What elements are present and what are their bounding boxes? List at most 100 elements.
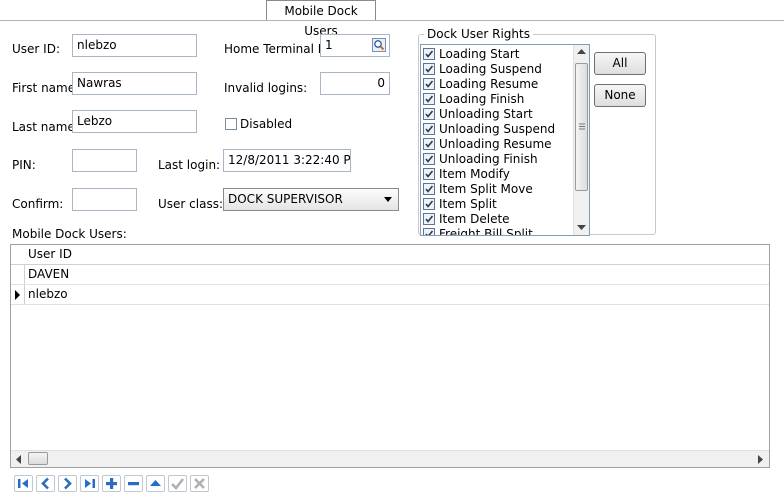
right-checkbox[interactable]	[423, 93, 435, 105]
user-id-input[interactable]: nlebzo	[72, 34, 197, 57]
right-label: Unloading Finish	[439, 152, 538, 166]
right-label: Unloading Suspend	[439, 122, 556, 136]
prev-record-icon	[41, 477, 49, 490]
table-cell: DAVEN	[28, 267, 70, 281]
user-id-label: User ID:	[12, 42, 60, 56]
scroll-up-icon[interactable]	[577, 49, 586, 55]
disabled-checkbox[interactable]	[225, 118, 237, 130]
column-header-user-id[interactable]: User ID	[28, 245, 72, 264]
right-checkbox[interactable]	[423, 138, 435, 150]
check-icon	[425, 65, 434, 73]
rights-scroll-thumb[interactable]	[575, 63, 588, 191]
right-label: Item Modify	[439, 167, 510, 181]
pin-input[interactable]	[72, 149, 137, 172]
first-name-label: First name:	[12, 81, 80, 95]
delete-record-button[interactable]	[124, 475, 143, 492]
last-record-button[interactable]	[80, 475, 99, 492]
check-icon	[425, 50, 434, 58]
cancel-icon	[194, 478, 205, 489]
check-icon	[425, 95, 434, 103]
table-cell: nlebzo	[28, 287, 68, 301]
right-label: Unloading Resume	[439, 137, 552, 151]
home-terminal-value: 1	[325, 38, 333, 52]
last-name-input[interactable]: Lebzo	[72, 110, 197, 133]
first-record-button[interactable]	[14, 475, 33, 492]
current-row-icon	[15, 290, 20, 300]
right-label: Loading Finish	[439, 92, 525, 106]
last-record-icon	[85, 479, 95, 488]
confirm-input[interactable]	[72, 188, 137, 211]
right-checkbox[interactable]	[423, 198, 435, 210]
right-label: Item Split	[439, 197, 497, 211]
right-checkbox[interactable]	[423, 183, 435, 195]
scroll-right-icon[interactable]	[758, 455, 764, 464]
right-checkbox[interactable]	[423, 213, 435, 225]
right-label: Item Split Move	[439, 182, 533, 196]
check-icon	[425, 155, 434, 163]
invalid-logins-input[interactable]: 0	[320, 72, 390, 95]
next-record-icon	[64, 477, 72, 490]
confirm-button[interactable]	[168, 475, 187, 492]
add-record-button[interactable]	[102, 475, 121, 492]
confirm-label: Confirm:	[12, 197, 64, 211]
confirm-icon	[171, 478, 185, 490]
check-icon	[425, 125, 434, 133]
right-label: Unloading Start	[439, 107, 533, 121]
none-button[interactable]: None	[594, 84, 646, 107]
right-checkbox[interactable]	[423, 168, 435, 180]
right-label: Freight Bill Split	[439, 227, 533, 236]
right-label: Loading Suspend	[439, 62, 542, 76]
check-icon	[425, 200, 434, 208]
next-record-button[interactable]	[58, 475, 77, 492]
grid-scroll-thumb[interactable]	[28, 452, 48, 465]
rights-scrollbar[interactable]	[573, 45, 589, 235]
first-name-input[interactable]: Nawras	[72, 72, 197, 95]
user-class-label: User class:	[158, 197, 223, 211]
right-label: Loading Resume	[439, 77, 539, 91]
table-row[interactable]: nlebzo	[11, 285, 769, 305]
pin-label: PIN:	[12, 158, 36, 172]
mobile-dock-users-label: Mobile Dock Users:	[12, 227, 127, 241]
right-checkbox[interactable]	[423, 123, 435, 135]
scroll-left-icon[interactable]	[16, 455, 22, 464]
disabled-label: Disabled	[240, 117, 293, 131]
dock-user-rights-list[interactable]: Loading Start Loading Suspend Loading Resu…	[420, 44, 590, 236]
last-login-label: Last login:	[158, 158, 221, 172]
chevron-down-icon	[384, 197, 392, 202]
table-row[interactable]: DAVEN	[11, 265, 769, 285]
magnifier-icon[interactable]	[372, 38, 386, 52]
grid-horizontal-scrollbar[interactable]	[11, 450, 769, 467]
mobile-dock-users-grid[interactable]: User ID DAVEN nlebzo	[10, 244, 770, 468]
all-button[interactable]: All	[594, 52, 646, 75]
delete-record-icon	[128, 482, 139, 486]
tab-mobile-dock-users[interactable]: Mobile Dock Users	[266, 0, 376, 38]
up-button[interactable]	[146, 475, 165, 492]
right-checkbox[interactable]	[423, 78, 435, 90]
grip-icon	[579, 123, 585, 130]
last-login-field: 12/8/2011 3:22:40 PM	[223, 149, 351, 172]
right-checkbox[interactable]	[423, 48, 435, 60]
last-name-label: Last name:	[12, 120, 79, 134]
check-icon	[425, 185, 434, 193]
right-checkbox[interactable]	[423, 63, 435, 75]
invalid-logins-label: Invalid logins:	[224, 81, 308, 95]
right-checkbox[interactable]	[423, 108, 435, 120]
tab-divider	[0, 20, 784, 21]
right-checkbox[interactable]	[423, 153, 435, 165]
user-class-value: DOCK SUPERVISOR	[228, 192, 343, 206]
home-terminal-input[interactable]: 1	[320, 34, 390, 57]
home-terminal-label: Home Terminal ID	[224, 42, 331, 56]
dock-user-rights-title: Dock User Rights	[424, 27, 533, 41]
cancel-button[interactable]	[190, 475, 209, 492]
check-icon	[425, 140, 434, 148]
right-checkbox[interactable]	[423, 228, 435, 235]
user-class-select[interactable]: DOCK SUPERVISOR	[223, 188, 399, 211]
grid-header: User ID	[11, 245, 769, 265]
prev-record-button[interactable]	[36, 475, 55, 492]
check-icon	[425, 110, 434, 118]
check-icon	[425, 80, 434, 88]
up-icon	[150, 480, 161, 486]
add-record-icon	[106, 478, 117, 489]
scroll-down-icon[interactable]	[577, 225, 586, 231]
check-icon	[425, 230, 434, 235]
